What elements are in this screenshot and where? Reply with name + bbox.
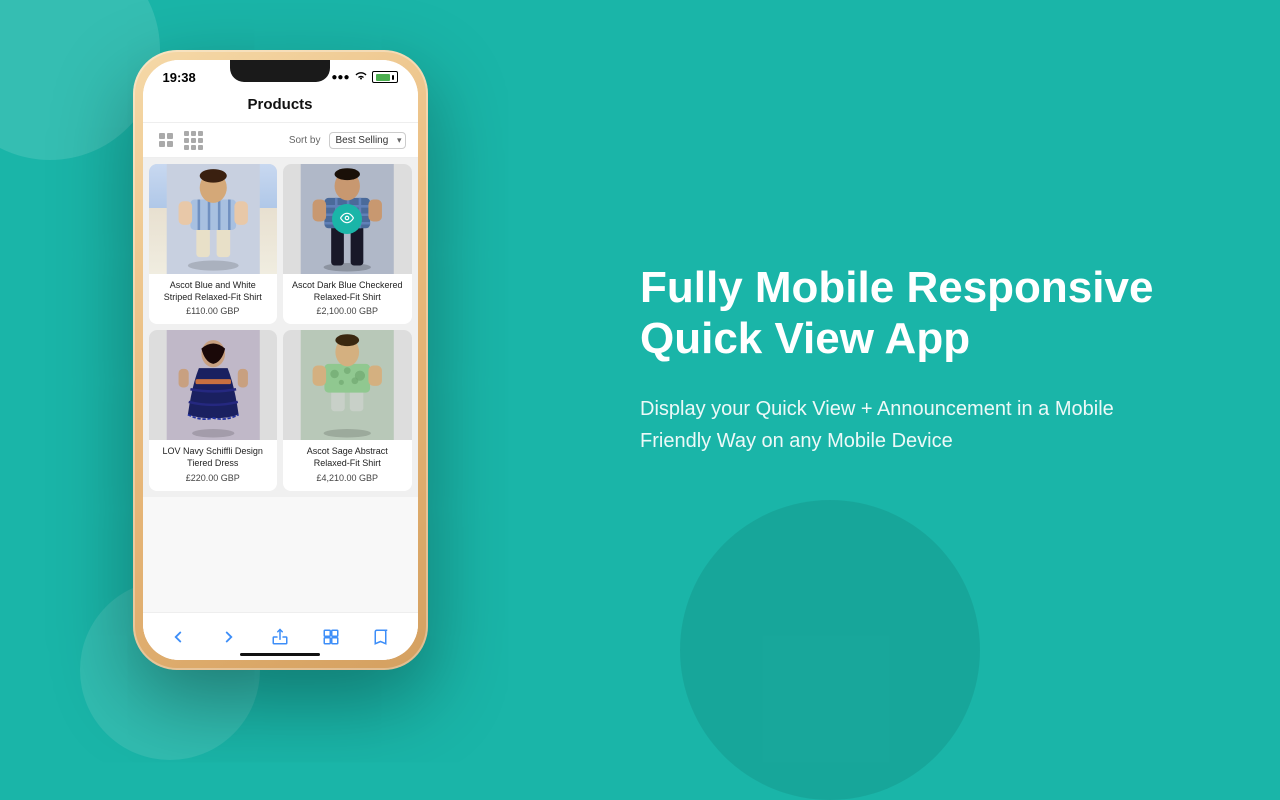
grid-2col-button[interactable] xyxy=(155,129,177,151)
signal-icon: ●●● xyxy=(331,72,349,83)
sub-description: Display your Quick View + Announcement i… xyxy=(640,393,1160,457)
product-info-1: Ascot Blue and White Striped Relaxed-Fit… xyxy=(149,274,278,324)
product-info-4: Ascot Sage Abstract Relaxed-Fit Shirt £4… xyxy=(283,440,412,490)
nav-share-button[interactable] xyxy=(271,628,289,646)
grid-view-icons xyxy=(155,129,205,151)
product-card-2: Ascot Dark Blue Checkered Relaxed-Fit Sh… xyxy=(283,164,412,324)
nav-tabs-button[interactable] xyxy=(322,628,340,646)
product-image-2 xyxy=(283,164,412,274)
battery-icon xyxy=(372,71,398,83)
sort-label: Sort by xyxy=(289,135,321,146)
product-name-3: LOV Navy Schiffli Design Tiered Dress xyxy=(155,446,272,469)
phone-screen: 19:38 ●●● Products xyxy=(143,60,418,660)
toolbar: Sort by Best Selling xyxy=(143,123,418,158)
product-price-3: £220.00 GBP xyxy=(155,473,272,483)
product-card-4: Ascot Sage Abstract Relaxed-Fit Shirt £4… xyxy=(283,330,412,490)
status-icons: ●●● xyxy=(331,68,397,86)
main-heading: Fully Mobile Responsive Quick View App xyxy=(640,263,1160,364)
nav-forward-button[interactable] xyxy=(220,628,238,646)
product-name-4: Ascot Sage Abstract Relaxed-Fit Shirt xyxy=(289,446,406,469)
nav-back-button[interactable] xyxy=(169,628,187,646)
product-name-2: Ascot Dark Blue Checkered Relaxed-Fit Sh… xyxy=(289,280,406,303)
quick-view-button-2[interactable] xyxy=(332,204,362,234)
product-grid: Ascot Blue and White Striped Relaxed-Fit… xyxy=(143,158,418,497)
phone-frame: 19:38 ●●● Products xyxy=(133,50,428,670)
product-name-1: Ascot Blue and White Striped Relaxed-Fit… xyxy=(155,280,272,303)
phone-home-bar xyxy=(240,653,320,656)
products-header: Products xyxy=(143,90,418,123)
phone-notch xyxy=(230,60,330,82)
product-price-2: £2,100.00 GBP xyxy=(289,306,406,316)
right-content: Fully Mobile Responsive Quick View App D… xyxy=(640,263,1160,456)
product-img-blue-shirt xyxy=(149,164,278,274)
products-page-title: Products xyxy=(247,96,312,113)
heading-line1: Fully Mobile Responsive xyxy=(640,263,1153,312)
product-image-3 xyxy=(149,330,278,440)
sort-dropdown[interactable]: Best Selling xyxy=(329,132,406,149)
product-image-1 xyxy=(149,164,278,274)
product-card-3: LOV Navy Schiffli Design Tiered Dress £2… xyxy=(149,330,278,490)
eye-icon xyxy=(340,211,354,228)
status-time: 19:38 xyxy=(163,70,196,85)
wifi-icon xyxy=(354,68,368,86)
product-image-4 xyxy=(283,330,412,440)
product-info-2: Ascot Dark Blue Checkered Relaxed-Fit Sh… xyxy=(283,274,412,324)
phone-mockup-section: 19:38 ●●● Products xyxy=(0,0,560,720)
sort-dropdown-wrapper[interactable]: Best Selling xyxy=(329,132,406,149)
nav-bookmark-button[interactable] xyxy=(373,628,391,646)
phone-content: Ascot Blue and White Striped Relaxed-Fit… xyxy=(143,158,418,660)
product-price-1: £110.00 GBP xyxy=(155,306,272,316)
grid-3col-button[interactable] xyxy=(183,129,205,151)
heading-line2: Quick View App xyxy=(640,314,970,363)
product-info-3: LOV Navy Schiffli Design Tiered Dress £2… xyxy=(149,440,278,490)
product-price-4: £4,210.00 GBP xyxy=(289,473,406,483)
product-card-1: Ascot Blue and White Striped Relaxed-Fit… xyxy=(149,164,278,324)
marketing-section: Fully Mobile Responsive Quick View App D… xyxy=(560,0,1280,720)
